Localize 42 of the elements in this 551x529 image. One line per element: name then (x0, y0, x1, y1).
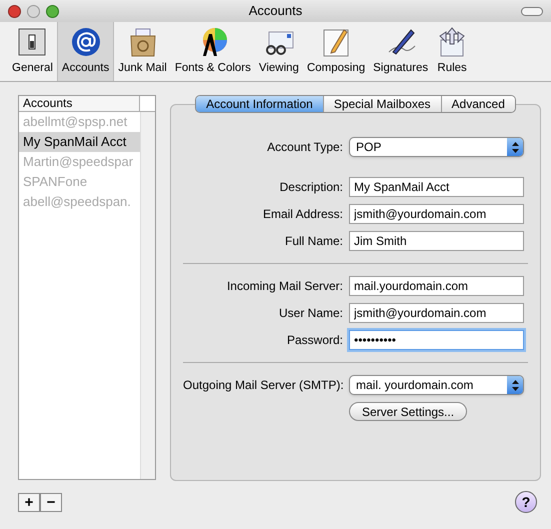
field-label: Outgoing Mail Server (SMTP): (183, 377, 343, 394)
toolbar-item[interactable]: Fonts & Colors (170, 22, 255, 81)
field-label: Incoming Mail Server: (226, 278, 343, 295)
toolbar-item[interactable]: Rules (432, 22, 472, 81)
field-label: Full Name: (284, 233, 343, 250)
text-field[interactable]: •••••••••• (349, 330, 524, 350)
toolbar-toggle-icon[interactable] (521, 6, 543, 16)
remove-account-button[interactable]: − (40, 493, 62, 512)
toolbar-item[interactable]: General (8, 22, 57, 81)
tab[interactable]: Special Mailboxes (322, 96, 441, 112)
stepper-arrows-icon (507, 138, 523, 156)
toolbar-item[interactable]: Viewing (254, 22, 303, 81)
column-header: Accounts (19, 96, 140, 111)
field-label: Account Type: (266, 139, 343, 156)
account-item[interactable]: My SpanMail Acct (19, 132, 140, 152)
toolbar-item[interactable]: Junk Mail (114, 22, 171, 81)
help-button[interactable]: ? (515, 491, 537, 513)
field-label: Email Address: (262, 206, 343, 223)
tab[interactable]: Account Information (196, 96, 323, 112)
at-sign-icon (70, 26, 102, 58)
text-field[interactable]: mail.yourdomain.com (349, 276, 524, 296)
text-field[interactable]: jsmith@yourdomain.com (349, 204, 524, 224)
switch-icon (16, 26, 48, 58)
add-account-button[interactable]: + (18, 493, 40, 512)
toolbar-item[interactable]: Signatures (369, 22, 432, 81)
text-field[interactable]: jsmith@yourdomain.com (349, 303, 524, 323)
field-label: User Name: (278, 305, 343, 322)
text-field[interactable]: My SpanMail Acct (349, 177, 524, 197)
text-field[interactable]: Jim Smith (349, 231, 524, 251)
select-field[interactable]: mail. yourdomain.com (349, 375, 524, 395)
field-label: Password: (286, 332, 343, 349)
window-title: Accounts (248, 2, 302, 20)
minimize-icon[interactable] (27, 4, 40, 18)
toolbar-item[interactable]: Composing (302, 22, 370, 81)
field-label: Description: (278, 179, 343, 196)
toolbar-item[interactable]: Accounts (56, 22, 114, 81)
stepper-arrows-icon (507, 376, 523, 394)
zoom-icon[interactable] (46, 4, 59, 18)
server-settings-button[interactable]: Server Settings... (349, 402, 468, 421)
close-icon[interactable] (8, 4, 21, 18)
select-field[interactable]: POP (349, 137, 524, 157)
tab[interactable]: Advanced (440, 96, 515, 112)
